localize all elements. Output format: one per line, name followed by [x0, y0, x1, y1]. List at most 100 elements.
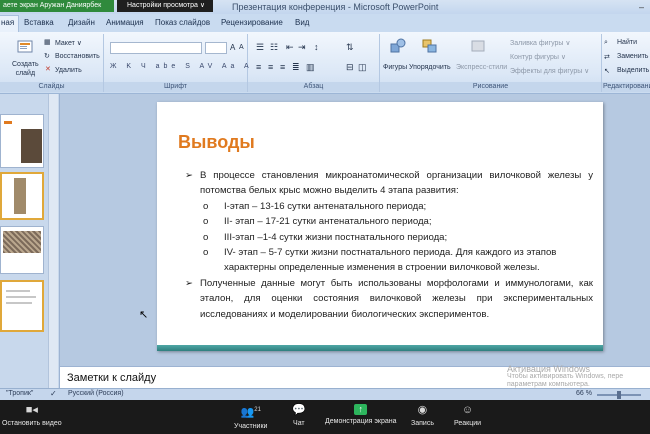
shrink-font-icon[interactable]: A [239, 44, 244, 51]
slide-thumbnail[interactable] [0, 114, 44, 168]
chat-label: Чат [293, 420, 305, 427]
align-right-icon[interactable]: ≡ [280, 62, 285, 72]
arrow-bullet-icon: ➢ [185, 277, 194, 289]
align-text-icon[interactable]: ⊟ [346, 62, 354, 73]
smartart-icon[interactable]: ◫ [358, 62, 367, 73]
reactions-button[interactable]: ☺ Реакции [454, 404, 481, 427]
columns-icon[interactable]: ▥ [306, 62, 315, 73]
select-icon: ↖ [604, 68, 610, 75]
arrange-button[interactable]: Упорядочить [409, 64, 451, 71]
shapes-button[interactable]: Фигуры [383, 64, 407, 71]
spellcheck-icon[interactable]: ✓ [50, 389, 57, 398]
slides-group: Создать слайд ▦ Макет ∨ ↻ Восстановить ✕… [0, 34, 104, 92]
delete-icon: ✕ [45, 66, 51, 73]
bullets-icon[interactable]: ☰ [256, 42, 264, 53]
slide-sub-bullet: o I-этап – 13-16 сутки антенатального пе… [185, 199, 593, 214]
participants-button[interactable]: 👥21 Участники [234, 404, 267, 430]
slide-thumbnail-selected[interactable] [0, 172, 44, 220]
quick-styles-button[interactable]: Экспресс-стили [456, 64, 507, 71]
share-screen-icon: ↑ [354, 404, 368, 415]
share-screen-button[interactable]: ↑ Демонстрация экрана [325, 404, 397, 425]
meeting-toolbar: ■◂ Остановить видео 👥21 Участники 💬 Чат … [0, 400, 650, 434]
zoom-slider-thumb[interactable] [617, 391, 621, 399]
editing-group-label: Редактировани [602, 82, 650, 92]
bullet-text: В процессе становления микроанатомическо… [200, 170, 593, 197]
slide-title[interactable]: Выводы [178, 132, 255, 153]
slide-body[interactable]: ➢ В процессе становления микроанатомичес… [185, 168, 593, 322]
current-slide[interactable]: Выводы ➢ В процессе становления микроана… [157, 102, 603, 351]
outdent-icon[interactable]: ⇥ [298, 42, 306, 53]
circle-bullet-icon: o [203, 216, 209, 228]
font-group: A A Ж K Ч abe S AV Aa A Шрифт [104, 34, 249, 92]
shapes-icon [390, 38, 406, 53]
select-button[interactable]: Выделить [617, 67, 649, 74]
chat-button[interactable]: 💬 Чат [292, 404, 306, 427]
slide-thumbnail-current[interactable] [0, 280, 44, 332]
thumb-title-line [4, 121, 12, 124]
find-button[interactable]: Найти [617, 39, 637, 46]
layout-button[interactable]: Макет ∨ [55, 39, 82, 47]
grow-font-icon[interactable]: A [230, 43, 235, 52]
thumb-text-line [6, 290, 30, 292]
new-slide-button[interactable]: Создать слайд [12, 60, 39, 78]
chat-icon: 💬 [292, 404, 306, 416]
delete-button[interactable]: Удалить [55, 67, 82, 74]
font-group-label: Шрифт [104, 82, 247, 92]
reactions-label: Реакции [454, 420, 482, 427]
arrow-bullet-icon: ➢ [185, 170, 194, 181]
tab-review[interactable]: Рецензирование [221, 18, 283, 27]
paragraph-group: ☰ ☷ ⇤ ⇥ ↕ ⇅ ≡ ≡ ≡ ≣ ▥ ⊟ ◫ Абзац [248, 34, 380, 92]
tab-design[interactable]: Дизайн [68, 18, 95, 27]
mouse-cursor-icon: ↖ [139, 309, 149, 321]
font-format-buttons[interactable]: Ж K Ч abe S AV Aa A [110, 63, 253, 70]
view-options-button[interactable]: Настройки просмотра ∨ [117, 0, 213, 12]
minimize-button[interactable]: – [639, 2, 644, 12]
shape-outline-button[interactable]: Контур фигуры ∨ [510, 53, 566, 61]
shape-fill-button[interactable]: Заливка фигуры ∨ [510, 39, 571, 47]
circle-bullet-icon: o [203, 247, 209, 259]
thumb-text-line [6, 296, 36, 298]
slide-sub-bullet: o II- этап – 17-21 сутки антенатального … [185, 214, 593, 229]
font-family-select[interactable] [110, 42, 202, 54]
replace-button[interactable]: Заменить [617, 53, 648, 60]
screen-share-indicator[interactable]: аете экран Аружан Даниярбек [0, 0, 114, 12]
status-bar: "Тропик" ✓ Русский (Россия) 66 % [0, 388, 650, 400]
layout-icon: ▦ [44, 39, 51, 46]
shape-effects-button[interactable]: Эффекты для фигуры ∨ [510, 67, 589, 75]
ribbon: Создать слайд ▦ Макет ∨ ↻ Восстановить ✕… [0, 32, 650, 94]
numbering-icon[interactable]: ☷ [270, 42, 278, 53]
find-icon: ⌕ [604, 39, 608, 46]
thumbnails-scrollbar[interactable] [48, 94, 58, 388]
zoom-level[interactable]: 66 % [576, 390, 592, 397]
share-screen-label: Демонстрация экрана [325, 418, 397, 425]
slide-bullet: ➢ Полученные данные могут быть использов… [185, 276, 593, 322]
participants-icon: 👥21 [240, 406, 261, 419]
sub-bullet-text: I-этап – 13-16 сутки антенатального пери… [224, 200, 427, 212]
thumb-image [3, 231, 41, 253]
text-direction-icon[interactable]: ⇅ [346, 42, 354, 53]
video-camera-icon: ■◂ [25, 404, 38, 416]
record-button[interactable]: ◉ Запись [411, 404, 434, 427]
reset-button[interactable]: Восстановить [55, 53, 100, 60]
tab-slideshow[interactable]: Показ слайдов [155, 18, 210, 27]
replace-icon: ⇄ [604, 54, 610, 61]
drawing-group-label: Рисование [380, 82, 601, 92]
font-size-select[interactable] [205, 42, 227, 54]
tab-view[interactable]: Вид [295, 18, 309, 27]
stop-video-button[interactable]: ■◂ Остановить видео [2, 404, 62, 427]
thumb-text-line [6, 302, 32, 304]
line-spacing-icon[interactable]: ↕ [314, 42, 319, 52]
tab-home[interactable]: ная [0, 15, 20, 32]
language-indicator[interactable]: Русский (Россия) [68, 390, 124, 397]
align-center-icon[interactable]: ≡ [268, 62, 273, 72]
activation-watermark-text: Чтобы активировать Windows, пере [507, 373, 624, 380]
justify-icon[interactable]: ≣ [292, 62, 300, 73]
sub-bullet-text: III-этап –1-4 сутки жизни постнатального… [224, 231, 448, 243]
tab-insert[interactable]: Вставка [24, 18, 54, 27]
indent-icon[interactable]: ⇤ [286, 42, 294, 53]
align-left-icon[interactable]: ≡ [256, 62, 261, 72]
reactions-icon: ☺ [461, 404, 474, 416]
tab-animation[interactable]: Анимация [106, 18, 144, 27]
slide-thumbnail[interactable] [0, 226, 44, 274]
record-label: Запись [411, 420, 434, 427]
